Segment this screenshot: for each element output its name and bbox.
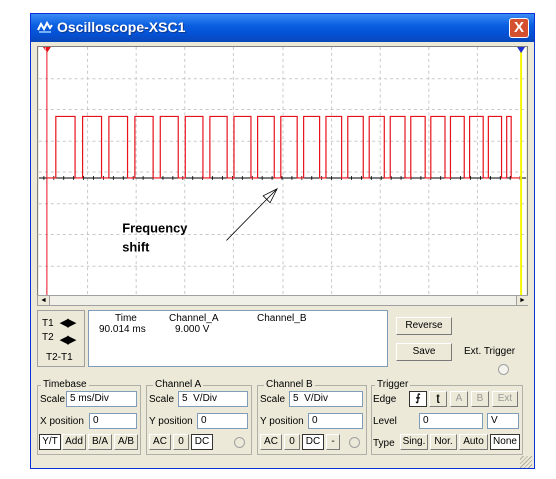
window-title: Oscilloscope-XSC1 <box>57 19 186 35</box>
channel-a-scale-field[interactable]: 5 V/Div <box>178 391 248 407</box>
channel-a-ac-button[interactable]: AC <box>149 434 171 450</box>
channel-a-value: 9.000 V <box>175 324 210 335</box>
close-icon[interactable]: X <box>509 18 529 38</box>
channel-a-zero-button[interactable]: 0 <box>173 434 189 450</box>
trigger-source-ext-button[interactable]: Ext <box>492 391 518 407</box>
rising-edge-icon[interactable]: ⨍ <box>409 391 427 407</box>
channel-b-scale-label: Scale <box>260 394 286 405</box>
channel-b-minus-button[interactable]: - <box>326 434 340 450</box>
measurement-readout: Time Channel_A Channel_B 90.014 ms 9.000… <box>88 310 388 367</box>
trigger-title: Trigger <box>375 379 411 390</box>
t2-label: T2 <box>42 332 54 343</box>
ext-trigger-terminal-icon[interactable] <box>498 364 509 375</box>
edge-label: Edge <box>373 394 397 405</box>
trigger-normal-button[interactable]: Nor. <box>430 434 457 450</box>
type-label: Type <box>373 438 395 449</box>
timebase-scale-label: Scale <box>40 394 66 405</box>
channel-a-dc-button[interactable]: DC <box>191 434 213 450</box>
timebase-title: Timebase <box>41 379 89 390</box>
channel-a-terminal-icon[interactable] <box>234 437 245 448</box>
scroll-right-icon[interactable]: ► <box>516 296 528 305</box>
channel-b-ypos-field[interactable]: 0 <box>308 413 363 429</box>
channel-b-ac-button[interactable]: AC <box>260 434 282 450</box>
trigger-source-a-button[interactable]: A <box>450 391 468 407</box>
trigger-source-b-button[interactable]: B <box>471 391 489 407</box>
trigger-none-button[interactable]: None <box>490 434 520 450</box>
channel-b-terminal-icon[interactable] <box>349 437 360 448</box>
trigger-auto-button[interactable]: Auto <box>459 434 488 450</box>
mode-ab-button[interactable]: A/B <box>114 434 138 450</box>
mode-ba-button[interactable]: B/A <box>88 434 112 450</box>
t2t1-label: T2-T1 <box>46 352 73 363</box>
oscilloscope-window: Oscilloscope-XSC1 X 1 Frequency shift ◄ … <box>30 13 535 469</box>
title-bar[interactable]: Oscilloscope-XSC1 X <box>31 14 534 42</box>
annotation-line-2: shift <box>122 239 150 254</box>
annotation-line-1: Frequency <box>122 221 188 236</box>
channel-a-title: Channel A <box>153 379 204 390</box>
channel-a-header: Channel_A <box>169 313 219 324</box>
x-position-label: X position <box>40 416 84 427</box>
trigger-level-unit[interactable]: V <box>487 413 519 429</box>
display-scrollbar[interactable]: ◄ ► <box>37 295 528 306</box>
channel-b-zero-button[interactable]: 0 <box>284 434 300 450</box>
ext-trigger-label: Ext. Trigger <box>464 346 516 357</box>
channel-b-ypos-label: Y position <box>260 416 304 427</box>
timebase-scale-field[interactable]: 5 ms/Div <box>66 391 137 407</box>
cursor-control-panel: T1 ◀▶ T2 ◀▶ T2-T1 <box>37 310 85 367</box>
time-value: 90.014 ms <box>99 324 146 335</box>
trigger-single-button[interactable]: Sing. <box>400 434 428 450</box>
t1-arrow-buttons[interactable]: ◀▶ <box>60 316 76 329</box>
mode-yt-button[interactable]: Y/T <box>39 434 61 450</box>
reverse-button[interactable]: Reverse <box>396 317 452 335</box>
channel-b-scale-field[interactable]: 5 V/Div <box>289 391 363 407</box>
channel-a-scale-label: Scale <box>149 394 175 405</box>
save-button[interactable]: Save <box>396 343 452 361</box>
channel-b-header: Channel_B <box>257 313 307 324</box>
trigger-level-field[interactable]: 0 <box>419 413 483 429</box>
time-header: Time <box>115 313 137 324</box>
resize-grip-icon[interactable] <box>520 456 532 468</box>
level-label: Level <box>373 416 397 427</box>
t1-label: T1 <box>42 318 54 329</box>
channel-b-dc-button[interactable]: DC <box>302 434 324 450</box>
channel-a-ypos-label: Y position <box>149 416 193 427</box>
x-position-field[interactable]: 0 <box>89 413 137 429</box>
oscilloscope-app-icon <box>37 20 53 33</box>
falling-edge-icon[interactable]: ʈ <box>429 391 447 407</box>
mode-add-button[interactable]: Add <box>62 434 86 450</box>
t2-arrow-buttons[interactable]: ◀▶ <box>60 333 76 346</box>
oscilloscope-display: 1 Frequency shift <box>37 46 528 298</box>
scroll-left-icon[interactable]: ◄ <box>38 296 50 305</box>
channel-a-ypos-field[interactable]: 0 <box>197 413 248 429</box>
channel-b-title: Channel B <box>264 379 315 390</box>
